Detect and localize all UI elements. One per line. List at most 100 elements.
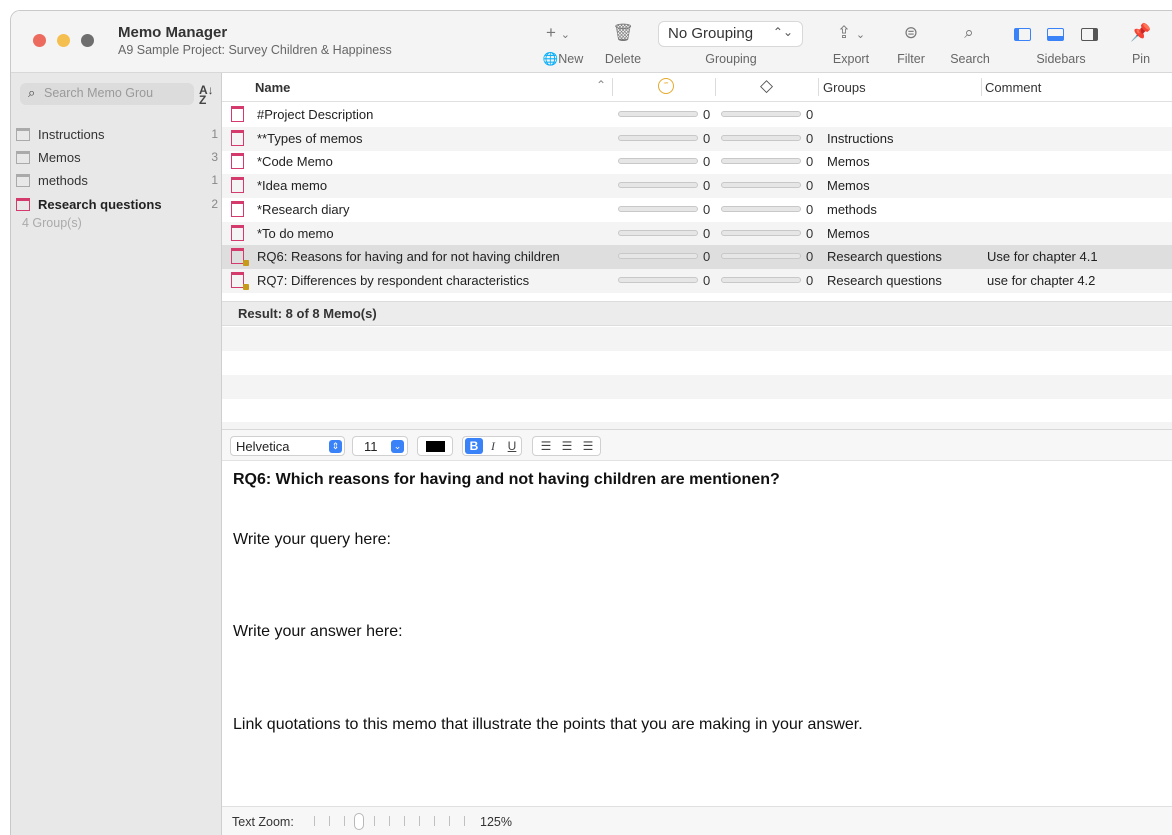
new-memo-button[interactable]: + ⌄ xyxy=(533,23,583,43)
column-header-groups[interactable]: Groups xyxy=(823,80,866,95)
links-column-diamond-icon[interactable]: ◇ xyxy=(760,76,773,96)
left-sidebar-icon[interactable] xyxy=(1014,28,1031,41)
memo-icon xyxy=(231,106,244,122)
table-row[interactable]: *Idea memo 0 0 Memos xyxy=(222,174,1172,199)
grouping-select[interactable]: No Grouping ⌃⌄ xyxy=(658,21,803,47)
quotation-count: 0 xyxy=(703,154,711,170)
minimize-button[interactable] xyxy=(57,34,70,47)
table-row[interactable]: *To do memo 0 0 Memos xyxy=(222,221,1172,246)
group-item-methods[interactable]: methods 1 xyxy=(11,171,222,193)
quotation-count: 0 xyxy=(703,249,711,265)
quotation-bar xyxy=(618,253,698,260)
pin-icon[interactable]: 📌 xyxy=(1129,23,1153,43)
memo-icon xyxy=(231,248,249,267)
table-row[interactable]: **Types of memos 0 0 Instructions xyxy=(222,126,1172,151)
zoom-button[interactable] xyxy=(81,34,94,47)
search-icon[interactable]: ⌕ xyxy=(949,23,989,43)
table-header: Name ⌃ “” ◇ Groups Comment xyxy=(222,73,1172,102)
memo-table: Name ⌃ “” ◇ Groups Comment #Project Desc… xyxy=(222,73,1172,429)
bold-button[interactable]: B xyxy=(465,438,483,454)
table-row[interactable]: #Project Description 0 0 xyxy=(222,103,1172,127)
sort-chevron-icon[interactable]: ⌃ xyxy=(596,78,606,92)
group-item-research-questions[interactable]: Research questions 2 xyxy=(11,195,222,217)
link-bar xyxy=(721,111,801,117)
group-label: Research questions xyxy=(38,197,162,212)
quotations-column-icon[interactable]: “” xyxy=(658,78,674,94)
zoom-tick xyxy=(329,816,330,826)
table-row[interactable]: RQ6: Reasons for having and for not havi… xyxy=(222,245,1172,270)
filter-icon[interactable]: ⊜ xyxy=(891,23,931,43)
memo-editor[interactable]: RQ6: Which reasons for having and not ha… xyxy=(222,461,1172,806)
column-header-comment[interactable]: Comment xyxy=(985,80,1041,95)
column-separator xyxy=(818,78,819,96)
quotation-bar xyxy=(618,182,698,189)
memo-name: *Idea memo xyxy=(257,178,328,194)
new-label[interactable]: 🌐New xyxy=(538,52,588,67)
chevron-down-icon: ⌄ xyxy=(391,440,404,453)
text-style-group: B I U xyxy=(462,436,522,456)
filter-button[interactable]: Filter xyxy=(889,52,933,66)
quotation-count: 0 xyxy=(703,107,711,122)
link-count: 0 xyxy=(806,130,814,146)
export-button[interactable]: Export xyxy=(826,52,876,66)
italic-button[interactable]: I xyxy=(484,438,502,454)
memo-name: #Project Description xyxy=(257,107,374,122)
bottom-panel-icon[interactable] xyxy=(1047,28,1064,41)
memo-group-icon xyxy=(16,151,30,164)
sidebars-label: Sidebars xyxy=(1036,52,1086,66)
search-button[interactable]: Search xyxy=(945,52,995,66)
chevron-down-icon: ⌄ xyxy=(560,29,570,41)
group-item-instructions[interactable]: Instructions 1 xyxy=(11,125,222,147)
share-icon[interactable]: ⇪ ⌄ xyxy=(829,23,873,43)
zoom-tick xyxy=(434,816,435,826)
zoom-tick xyxy=(464,816,465,826)
pin-button[interactable]: Pin xyxy=(1123,52,1159,66)
table-row[interactable]: RQ7: Differences by respondent character… xyxy=(222,268,1172,293)
zoom-slider-knob[interactable] xyxy=(354,813,364,830)
memo-group-icon xyxy=(16,128,30,141)
align-left-icon[interactable]: ☰ xyxy=(537,438,555,454)
link-bar xyxy=(721,158,801,165)
result-text: Result: 8 of 8 Memo(s) xyxy=(238,306,377,321)
right-sidebar-icon[interactable] xyxy=(1081,28,1098,41)
alignment-group: ☰ ☰ ☰ xyxy=(532,436,601,456)
memo-name: *Code Memo xyxy=(257,154,333,170)
table-row[interactable]: *Research diary 0 0 methods xyxy=(222,198,1172,222)
column-separator xyxy=(612,78,613,96)
group-item-memos[interactable]: Memos 3 xyxy=(11,148,222,170)
memo-groups-sidebar: ⌕ Search Memo Grou A↓ Z Instructions 1 Me… xyxy=(11,73,222,835)
memo-manager-window: Memo Manager A9 Sample Project: Survey C… xyxy=(10,10,1172,835)
zoom-tick xyxy=(389,816,390,826)
group-label: Instructions xyxy=(38,127,105,142)
underline-button[interactable]: U xyxy=(503,438,521,454)
font-family-select[interactable]: Helvetica ⇕ xyxy=(230,436,345,456)
group-search-input[interactable]: ⌕ Search Memo Grou xyxy=(20,83,194,105)
memo-icon xyxy=(231,224,244,241)
align-center-icon[interactable]: ☰ xyxy=(558,438,576,454)
align-right-icon[interactable]: ☰ xyxy=(579,438,597,454)
column-header-name[interactable]: Name xyxy=(255,80,290,95)
result-summary: Result: 8 of 8 Memo(s) xyxy=(222,301,1172,326)
grouping-value: No Grouping xyxy=(668,25,754,42)
delete-button[interactable]: Delete xyxy=(599,52,647,66)
memo-name: RQ6: Reasons for having and for not havi… xyxy=(257,249,560,265)
table-row[interactable]: *Code Memo 0 0 Memos xyxy=(222,150,1172,174)
font-size-value: 11 xyxy=(364,439,378,454)
memo-icon xyxy=(231,129,244,146)
close-button[interactable] xyxy=(33,34,46,47)
memo-group: Memos xyxy=(827,225,870,241)
sort-az-icon[interactable]: A↓ Z xyxy=(199,84,214,106)
grouping-label: Grouping xyxy=(705,52,757,66)
text-color-well[interactable] xyxy=(417,436,453,456)
format-toolbar: Helvetica ⇕ 11 ⌄ B I U ☰ ☰ ☰ xyxy=(222,429,1172,461)
column-separator xyxy=(715,78,716,96)
link-bar xyxy=(721,182,801,189)
memo-group: Instructions xyxy=(827,130,894,146)
zoom-tick xyxy=(419,816,420,826)
font-size-select[interactable]: 11 ⌄ xyxy=(352,436,408,456)
zoom-tick xyxy=(404,816,405,826)
trash-icon[interactable]: 🗑 xyxy=(601,23,645,43)
memo-comment: Use for chapter 4.1 xyxy=(987,249,1098,265)
memo-icon xyxy=(231,271,249,290)
link-count: 0 xyxy=(806,272,814,288)
